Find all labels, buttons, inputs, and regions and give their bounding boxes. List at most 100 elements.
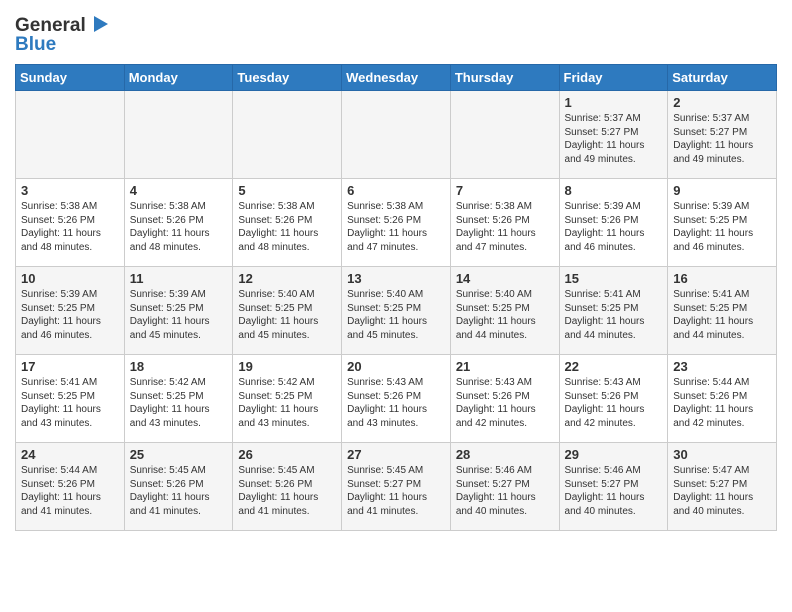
header-day-monday: Monday — [124, 65, 233, 91]
day-number: 14 — [456, 271, 554, 286]
day-number: 17 — [21, 359, 119, 374]
week-row-4: 17Sunrise: 5:41 AMSunset: 5:25 PMDayligh… — [16, 355, 777, 443]
day-info: Sunrise: 5:39 AMSunset: 5:25 PMDaylight:… — [130, 288, 228, 342]
day-cell: 2Sunrise: 5:37 AMSunset: 5:27 PMDaylight… — [668, 91, 777, 179]
day-info: Sunrise: 5:46 AMSunset: 5:27 PMDaylight:… — [456, 464, 554, 518]
day-cell: 29 Sunrise: 5:46 AMSunset: 5:27 PMDayligh… — [559, 443, 668, 531]
day-cell: 14 Sunrise: 5:40 AMSunset: 5:25 PMDayligh… — [450, 267, 559, 355]
day-number: 8 — [565, 183, 663, 198]
day-number: 10 — [21, 271, 119, 286]
day-number: 16 — [673, 271, 771, 286]
day-cell: 10Sunrise: 5:39 AMSunset: 5:25 PMDayligh… — [16, 267, 125, 355]
header-day-thursday: Thursday — [450, 65, 559, 91]
day-number: 30 — [673, 447, 771, 462]
day-info: Sunrise: 5:39 AMSunset: 5:25 PMDaylight:… — [673, 200, 771, 254]
day-info: Sunrise: 5:45 AMSunset: 5:26 PMDaylight:… — [238, 464, 336, 518]
day-info: Sunrise: 5:43 AMSunset: 5:26 PMDaylight:… — [347, 376, 445, 430]
day-info: Sunrise: 5:47 AMSunset: 5:27 PMDaylight:… — [673, 464, 771, 518]
day-cell: 1Sunrise: 5:37 AMSunset: 5:27 PMDaylight… — [559, 91, 668, 179]
day-number: 1 — [565, 95, 663, 110]
day-info: Sunrise: 5:38 AMSunset: 5:26 PMDaylight:… — [347, 200, 445, 254]
logo: General Blue — [15, 15, 112, 56]
day-info: Sunrise: 5:38 AMSunset: 5:26 PMDaylight:… — [21, 200, 119, 254]
day-info: Sunrise: 5:44 AMSunset: 5:26 PMDaylight:… — [21, 464, 119, 518]
header-day-friday: Friday — [559, 65, 668, 91]
day-cell: 27Sunrise: 5:45 AMSunset: 5:27 PMDayligh… — [342, 443, 451, 531]
day-info: Sunrise: 5:45 AMSunset: 5:26 PMDaylight:… — [130, 464, 228, 518]
day-info: Sunrise: 5:42 AMSunset: 5:25 PMDaylight:… — [238, 376, 336, 430]
day-number: 2 — [673, 95, 771, 110]
logo-blue: Blue — [15, 34, 56, 56]
header-day-wednesday: Wednesday — [342, 65, 451, 91]
page: General Blue SundayMondayTuesdayWednesda… — [0, 0, 792, 546]
day-info: Sunrise: 5:38 AMSunset: 5:26 PMDaylight:… — [238, 200, 336, 254]
day-cell — [16, 91, 125, 179]
day-cell: 28 Sunrise: 5:46 AMSunset: 5:27 PMDayligh… — [450, 443, 559, 531]
day-number: 21 — [456, 359, 554, 374]
day-cell: 19 Sunrise: 5:42 AMSunset: 5:25 PMDayligh… — [233, 355, 342, 443]
day-number: 28 — [456, 447, 554, 462]
day-cell: 6 Sunrise: 5:38 AMSunset: 5:26 PMDaylight… — [342, 179, 451, 267]
logo-icon — [90, 14, 112, 36]
day-number: 26 — [238, 447, 336, 462]
day-info: Sunrise: 5:39 AMSunset: 5:26 PMDaylight:… — [565, 200, 663, 254]
day-cell: 9 Sunrise: 5:39 AMSunset: 5:25 PMDaylight… — [668, 179, 777, 267]
day-info: Sunrise: 5:43 AMSunset: 5:26 PMDaylight:… — [565, 376, 663, 430]
day-cell: 20 Sunrise: 5:43 AMSunset: 5:26 PMDayligh… — [342, 355, 451, 443]
day-number: 11 — [130, 271, 228, 286]
day-cell — [450, 91, 559, 179]
day-cell: 30 Sunrise: 5:47 AMSunset: 5:27 PMDayligh… — [668, 443, 777, 531]
day-info: Sunrise: 5:38 AMSunset: 5:26 PMDaylight:… — [456, 200, 554, 254]
day-cell: 26 Sunrise: 5:45 AMSunset: 5:26 PMDayligh… — [233, 443, 342, 531]
day-cell: 11 Sunrise: 5:39 AMSunset: 5:25 PMDayligh… — [124, 267, 233, 355]
day-info: Sunrise: 5:43 AMSunset: 5:26 PMDaylight:… — [456, 376, 554, 430]
day-cell: 17Sunrise: 5:41 AMSunset: 5:25 PMDayligh… — [16, 355, 125, 443]
day-cell: 23Sunrise: 5:44 AMSunset: 5:26 PMDayligh… — [668, 355, 777, 443]
day-cell: 13 Sunrise: 5:40 AMSunset: 5:25 PMDayligh… — [342, 267, 451, 355]
day-cell: 7 Sunrise: 5:38 AMSunset: 5:26 PMDaylight… — [450, 179, 559, 267]
day-info: Sunrise: 5:40 AMSunset: 5:25 PMDaylight:… — [347, 288, 445, 342]
day-cell: 16 Sunrise: 5:41 AMSunset: 5:25 PMDayligh… — [668, 267, 777, 355]
day-cell: 8 Sunrise: 5:39 AMSunset: 5:26 PMDaylight… — [559, 179, 668, 267]
day-cell: 22 Sunrise: 5:43 AMSunset: 5:26 PMDayligh… — [559, 355, 668, 443]
day-cell — [342, 91, 451, 179]
day-number: 15 — [565, 271, 663, 286]
day-info: Sunrise: 5:38 AMSunset: 5:26 PMDaylight:… — [130, 200, 228, 254]
day-number: 5 — [238, 183, 336, 198]
day-cell: 12Sunrise: 5:40 AMSunset: 5:25 PMDayligh… — [233, 267, 342, 355]
calendar-table: SundayMondayTuesdayWednesdayThursdayFrid… — [15, 64, 777, 531]
day-cell — [124, 91, 233, 179]
day-cell — [233, 91, 342, 179]
day-info: Sunrise: 5:42 AMSunset: 5:25 PMDaylight:… — [130, 376, 228, 430]
day-number: 13 — [347, 271, 445, 286]
day-number: 9 — [673, 183, 771, 198]
header-day-tuesday: Tuesday — [233, 65, 342, 91]
header: General Blue — [15, 10, 777, 56]
day-number: 6 — [347, 183, 445, 198]
day-number: 20 — [347, 359, 445, 374]
week-row-2: 3Sunrise: 5:38 AMSunset: 5:26 PMDaylight… — [16, 179, 777, 267]
day-cell: 3Sunrise: 5:38 AMSunset: 5:26 PMDaylight… — [16, 179, 125, 267]
day-number: 22 — [565, 359, 663, 374]
day-number: 7 — [456, 183, 554, 198]
day-cell: 21 Sunrise: 5:43 AMSunset: 5:26 PMDayligh… — [450, 355, 559, 443]
day-number: 12 — [238, 271, 336, 286]
day-cell: 15 Sunrise: 5:41 AMSunset: 5:25 PMDayligh… — [559, 267, 668, 355]
day-number: 29 — [565, 447, 663, 462]
header-day-sunday: Sunday — [16, 65, 125, 91]
day-cell: 25Sunrise: 5:45 AMSunset: 5:26 PMDayligh… — [124, 443, 233, 531]
header-row: SundayMondayTuesdayWednesdayThursdayFrid… — [16, 65, 777, 91]
day-number: 19 — [238, 359, 336, 374]
week-row-3: 10 Sunrise: 5:39 AMSunset: 5:25 PMDayligh… — [16, 267, 777, 355]
day-info: Sunrise: 5:41 AMSunset: 5:25 PMDaylight:… — [565, 288, 663, 342]
week-row-1: 1Sunrise: 5:37 AMSunset: 5:27 PMDaylight… — [16, 91, 777, 179]
day-number: 18 — [130, 359, 228, 374]
day-cell: 5 Sunrise: 5:38 AMSunset: 5:26 PMDaylight… — [233, 179, 342, 267]
week-row-5: 24Sunrise: 5:44 AMSunset: 5:26 PMDayligh… — [16, 443, 777, 531]
day-number: 23 — [673, 359, 771, 374]
day-info: Sunrise: 5:40 AMSunset: 5:25 PMDaylight:… — [456, 288, 554, 342]
day-info: Sunrise: 5:41 AMSunset: 5:25 PMDaylight:… — [673, 288, 771, 342]
day-info: Sunrise: 5:46 AMSunset: 5:27 PMDaylight:… — [565, 464, 663, 518]
day-cell: 24Sunrise: 5:44 AMSunset: 5:26 PMDayligh… — [16, 443, 125, 531]
day-number: 27 — [347, 447, 445, 462]
